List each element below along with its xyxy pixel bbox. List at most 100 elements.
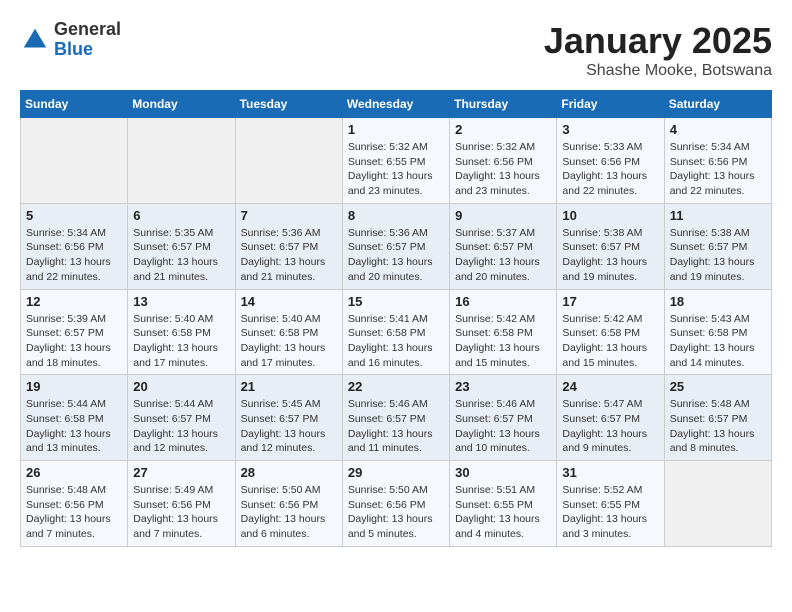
calendar-table: SundayMondayTuesdayWednesdayThursdayFrid… <box>20 90 772 547</box>
day-info: Sunrise: 5:37 AM Sunset: 6:57 PM Dayligh… <box>455 226 551 285</box>
day-number: 2 <box>455 122 551 137</box>
day-info: Sunrise: 5:33 AM Sunset: 6:56 PM Dayligh… <box>562 140 658 199</box>
week-row-2: 12Sunrise: 5:39 AM Sunset: 6:57 PM Dayli… <box>21 289 772 375</box>
day-info: Sunrise: 5:49 AM Sunset: 6:56 PM Dayligh… <box>133 483 229 542</box>
day-cell: 13Sunrise: 5:40 AM Sunset: 6:58 PM Dayli… <box>128 289 235 375</box>
day-info: Sunrise: 5:46 AM Sunset: 6:57 PM Dayligh… <box>455 397 551 456</box>
day-cell: 31Sunrise: 5:52 AM Sunset: 6:55 PM Dayli… <box>557 461 664 547</box>
day-number: 1 <box>348 122 444 137</box>
title-block: January 2025 Shashe Mooke, Botswana <box>544 20 772 80</box>
day-number: 3 <box>562 122 658 137</box>
day-number: 9 <box>455 208 551 223</box>
day-cell: 4Sunrise: 5:34 AM Sunset: 6:56 PM Daylig… <box>664 118 771 204</box>
header-cell-tuesday: Tuesday <box>235 91 342 118</box>
day-info: Sunrise: 5:46 AM Sunset: 6:57 PM Dayligh… <box>348 397 444 456</box>
logo-text: General Blue <box>54 20 121 60</box>
day-number: 30 <box>455 465 551 480</box>
day-info: Sunrise: 5:32 AM Sunset: 6:55 PM Dayligh… <box>348 140 444 199</box>
day-number: 11 <box>670 208 766 223</box>
day-info: Sunrise: 5:47 AM Sunset: 6:57 PM Dayligh… <box>562 397 658 456</box>
day-info: Sunrise: 5:38 AM Sunset: 6:57 PM Dayligh… <box>562 226 658 285</box>
day-cell: 12Sunrise: 5:39 AM Sunset: 6:57 PM Dayli… <box>21 289 128 375</box>
header-cell-friday: Friday <box>557 91 664 118</box>
day-cell: 30 Sunrise: 5:51 AM Sunset: 6:55 PM Dayli… <box>450 461 557 547</box>
header-row: SundayMondayTuesdayWednesdayThursdayFrid… <box>21 91 772 118</box>
day-info: Sunrise: 5:36 AM Sunset: 6:57 PM Dayligh… <box>348 226 444 285</box>
day-number: 19 <box>26 379 122 394</box>
day-cell: 25 Sunrise: 5:48 AM Sunset: 6:57 PM Dayli… <box>664 375 771 461</box>
day-cell: 3 Sunrise: 5:33 AM Sunset: 6:56 PM Daylig… <box>557 118 664 204</box>
day-number: 17 <box>562 294 658 309</box>
week-row-4: 26 Sunrise: 5:48 AM Sunset: 6:56 PM Dayli… <box>21 461 772 547</box>
week-row-3: 19 Sunrise: 5:44 AM Sunset: 6:58 PM Dayli… <box>21 375 772 461</box>
day-number: 6 <box>133 208 229 223</box>
day-number: 26 <box>26 465 122 480</box>
day-cell: 27 Sunrise: 5:49 AM Sunset: 6:56 PM Dayli… <box>128 461 235 547</box>
day-number: 7 <box>241 208 337 223</box>
day-info: Sunrise: 5:44 AM Sunset: 6:58 PM Dayligh… <box>26 397 122 456</box>
day-info: Sunrise: 5:44 AM Sunset: 6:57 PM Dayligh… <box>133 397 229 456</box>
header-cell-sunday: Sunday <box>21 91 128 118</box>
day-cell: 10Sunrise: 5:38 AM Sunset: 6:57 PM Dayli… <box>557 203 664 289</box>
day-cell: 21Sunrise: 5:45 AM Sunset: 6:57 PM Dayli… <box>235 375 342 461</box>
day-cell: 17 Sunrise: 5:42 AM Sunset: 6:58 PM Dayli… <box>557 289 664 375</box>
day-cell: 23 Sunrise: 5:46 AM Sunset: 6:57 PM Dayli… <box>450 375 557 461</box>
day-number: 25 <box>670 379 766 394</box>
day-cell: 19 Sunrise: 5:44 AM Sunset: 6:58 PM Dayli… <box>21 375 128 461</box>
calendar-body: 1 Sunrise: 5:32 AM Sunset: 6:55 PM Daylig… <box>21 118 772 547</box>
day-cell: 8Sunrise: 5:36 AM Sunset: 6:57 PM Daylig… <box>342 203 449 289</box>
day-cell <box>664 461 771 547</box>
day-number: 18 <box>670 294 766 309</box>
day-info: Sunrise: 5:45 AM Sunset: 6:57 PM Dayligh… <box>241 397 337 456</box>
day-info: Sunrise: 5:43 AM Sunset: 6:58 PM Dayligh… <box>670 312 766 371</box>
day-info: Sunrise: 5:35 AM Sunset: 6:57 PM Dayligh… <box>133 226 229 285</box>
day-number: 16 <box>455 294 551 309</box>
day-cell <box>128 118 235 204</box>
day-info: Sunrise: 5:50 AM Sunset: 6:56 PM Dayligh… <box>241 483 337 542</box>
day-number: 20 <box>133 379 229 394</box>
day-cell: 20 Sunrise: 5:44 AM Sunset: 6:57 PM Dayli… <box>128 375 235 461</box>
day-info: Sunrise: 5:40 AM Sunset: 6:58 PM Dayligh… <box>133 312 229 371</box>
day-info: Sunrise: 5:50 AM Sunset: 6:56 PM Dayligh… <box>348 483 444 542</box>
logo-icon <box>20 25 50 55</box>
header-cell-saturday: Saturday <box>664 91 771 118</box>
day-number: 22 <box>348 379 444 394</box>
day-cell: 22 Sunrise: 5:46 AM Sunset: 6:57 PM Dayli… <box>342 375 449 461</box>
day-info: Sunrise: 5:52 AM Sunset: 6:55 PM Dayligh… <box>562 483 658 542</box>
day-number: 27 <box>133 465 229 480</box>
day-cell: 28Sunrise: 5:50 AM Sunset: 6:56 PM Dayli… <box>235 461 342 547</box>
day-info: Sunrise: 5:42 AM Sunset: 6:58 PM Dayligh… <box>562 312 658 371</box>
day-number: 24 <box>562 379 658 394</box>
calendar-subtitle: Shashe Mooke, Botswana <box>544 62 772 80</box>
logo-blue: Blue <box>54 39 93 59</box>
day-number: 15 <box>348 294 444 309</box>
day-cell: 29Sunrise: 5:50 AM Sunset: 6:56 PM Dayli… <box>342 461 449 547</box>
day-number: 23 <box>455 379 551 394</box>
logo-general: General <box>54 19 121 39</box>
day-info: Sunrise: 5:51 AM Sunset: 6:55 PM Dayligh… <box>455 483 551 542</box>
day-info: Sunrise: 5:39 AM Sunset: 6:57 PM Dayligh… <box>26 312 122 371</box>
day-info: Sunrise: 5:36 AM Sunset: 6:57 PM Dayligh… <box>241 226 337 285</box>
day-cell: 15Sunrise: 5:41 AM Sunset: 6:58 PM Dayli… <box>342 289 449 375</box>
day-cell: 2 Sunrise: 5:32 AM Sunset: 6:56 PM Daylig… <box>450 118 557 204</box>
day-cell: 16Sunrise: 5:42 AM Sunset: 6:58 PM Dayli… <box>450 289 557 375</box>
day-info: Sunrise: 5:34 AM Sunset: 6:56 PM Dayligh… <box>670 140 766 199</box>
day-cell: 9 Sunrise: 5:37 AM Sunset: 6:57 PM Daylig… <box>450 203 557 289</box>
day-info: Sunrise: 5:48 AM Sunset: 6:56 PM Dayligh… <box>26 483 122 542</box>
day-info: Sunrise: 5:48 AM Sunset: 6:57 PM Dayligh… <box>670 397 766 456</box>
day-cell: 7 Sunrise: 5:36 AM Sunset: 6:57 PM Daylig… <box>235 203 342 289</box>
day-cell: 11 Sunrise: 5:38 AM Sunset: 6:57 PM Dayli… <box>664 203 771 289</box>
week-row-1: 5Sunrise: 5:34 AM Sunset: 6:56 PM Daylig… <box>21 203 772 289</box>
day-info: Sunrise: 5:32 AM Sunset: 6:56 PM Dayligh… <box>455 140 551 199</box>
calendar-header: SundayMondayTuesdayWednesdayThursdayFrid… <box>21 91 772 118</box>
day-number: 5 <box>26 208 122 223</box>
day-info: Sunrise: 5:38 AM Sunset: 6:57 PM Dayligh… <box>670 226 766 285</box>
day-number: 14 <box>241 294 337 309</box>
header-cell-thursday: Thursday <box>450 91 557 118</box>
header-cell-monday: Monday <box>128 91 235 118</box>
day-cell: 5Sunrise: 5:34 AM Sunset: 6:56 PM Daylig… <box>21 203 128 289</box>
calendar-title: January 2025 <box>544 20 772 62</box>
logo: General Blue <box>20 20 121 60</box>
week-row-0: 1 Sunrise: 5:32 AM Sunset: 6:55 PM Daylig… <box>21 118 772 204</box>
day-cell: 1 Sunrise: 5:32 AM Sunset: 6:55 PM Daylig… <box>342 118 449 204</box>
